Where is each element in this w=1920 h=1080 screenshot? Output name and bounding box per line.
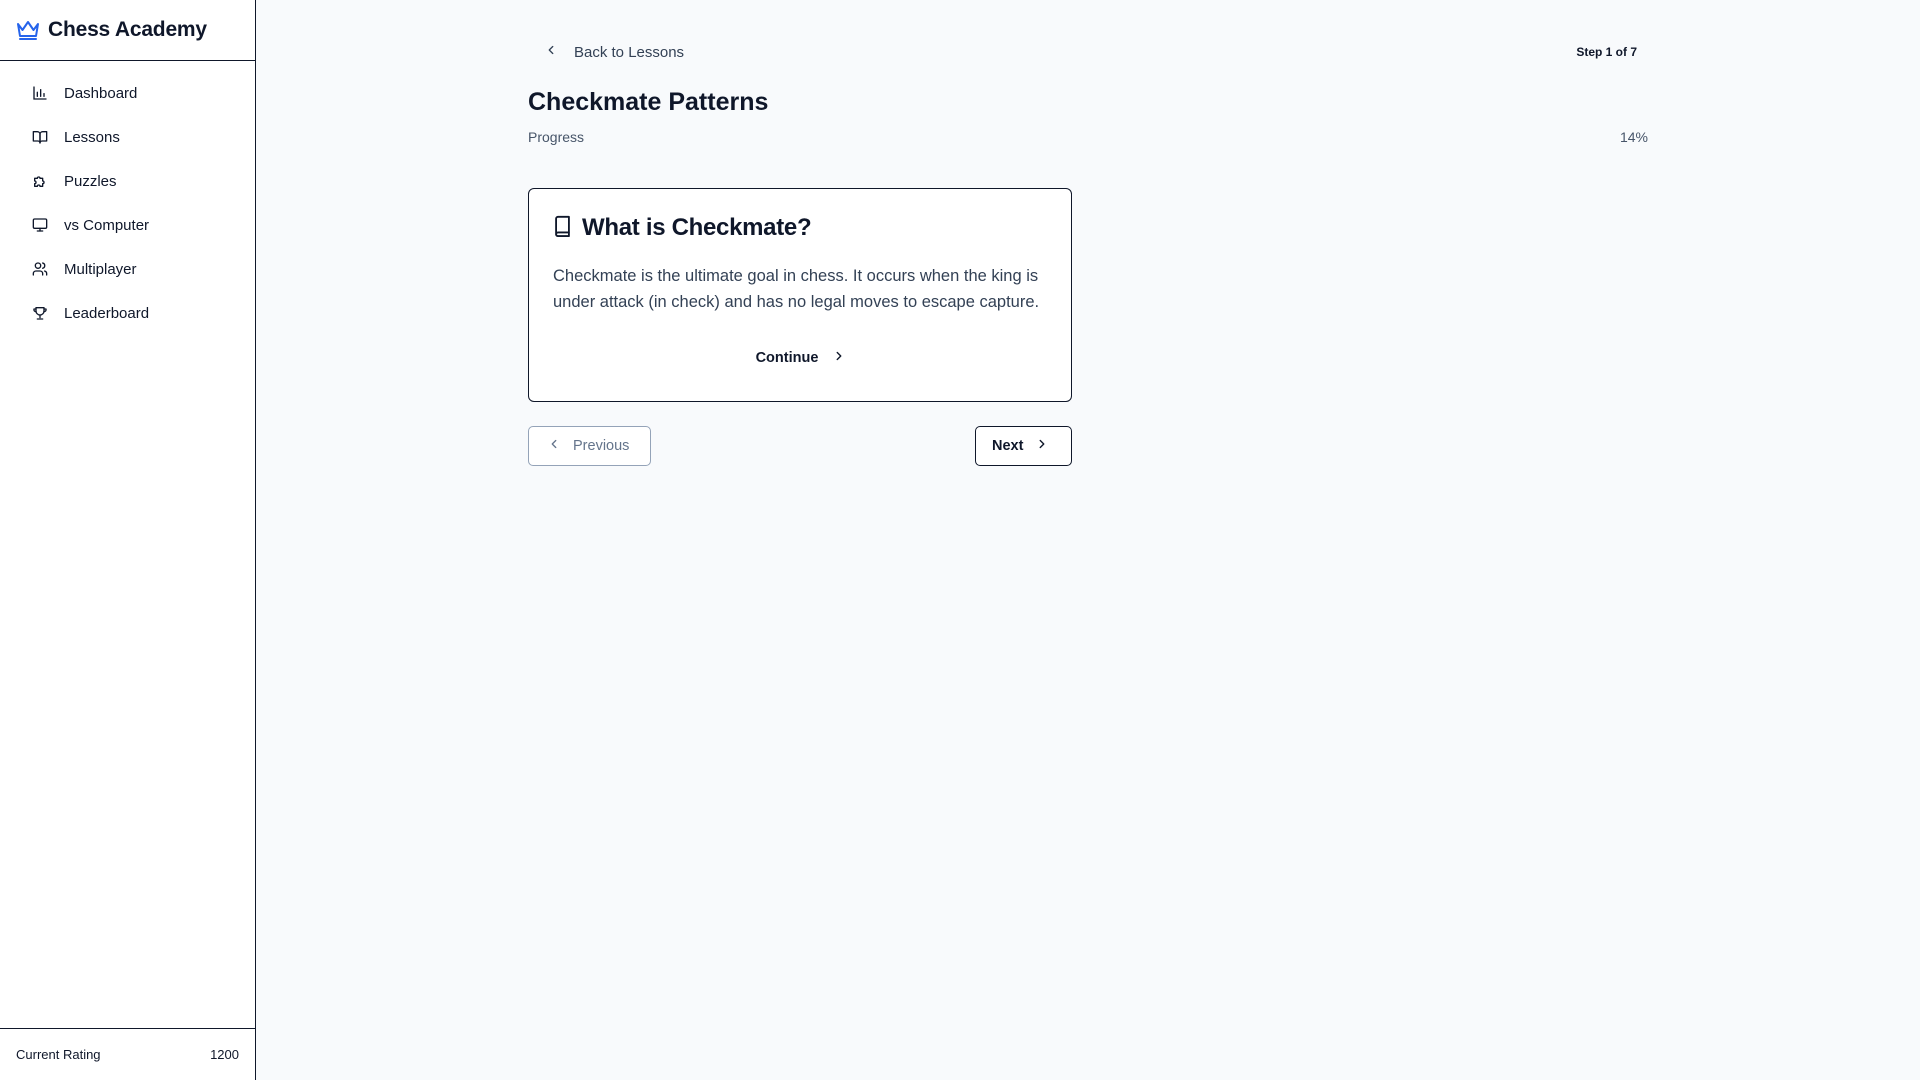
puzzle-icon xyxy=(32,173,48,189)
lesson-topbar: Back to Lessons Step 1 of 7 xyxy=(528,38,1648,66)
trophy-icon xyxy=(32,305,48,321)
users-icon xyxy=(32,261,48,277)
sidebar-item-label: Dashboard xyxy=(64,84,138,102)
rating-label: Current Rating xyxy=(16,1047,101,1062)
previous-label: Previous xyxy=(573,438,630,454)
lesson-card: What is Checkmate? Checkmate is the ulti… xyxy=(528,188,1072,402)
previous-button[interactable]: Previous xyxy=(528,426,651,466)
rating-value: 1200 xyxy=(210,1047,239,1062)
step-indicator: Step 1 of 7 xyxy=(1576,45,1637,59)
card-body: Checkmate is the ultimate goal in chess.… xyxy=(553,267,1040,311)
sidebar-item-label: Lessons xyxy=(64,128,120,146)
sidebar-item-dashboard[interactable]: Dashboard xyxy=(0,71,255,115)
back-to-lessons-link[interactable]: Back to Lessons xyxy=(528,43,684,61)
crown-icon xyxy=(16,18,40,42)
sidebar-nav: Dashboard Lessons Puzzles vs Computer Mu… xyxy=(0,61,255,1028)
sidebar-item-leaderboard[interactable]: Leaderboard xyxy=(0,291,255,335)
card-header: What is Checkmate? xyxy=(553,213,1047,243)
chevron-right-icon xyxy=(832,349,846,367)
sidebar-item-vs-computer[interactable]: vs Computer xyxy=(0,203,255,247)
brand[interactable]: Chess Academy xyxy=(0,0,255,61)
app-title: Chess Academy xyxy=(48,18,207,41)
step-navigation: Previous Next xyxy=(528,426,1072,466)
chevron-right-icon xyxy=(1035,437,1049,455)
sidebar-item-label: vs Computer xyxy=(64,216,150,234)
back-label: Back to Lessons xyxy=(574,43,685,61)
rating-footer: Current Rating 1200 xyxy=(0,1028,255,1080)
progress-percent: 14% xyxy=(1619,129,1648,145)
sidebar-item-label: Leaderboard xyxy=(64,304,150,322)
continue-button[interactable]: Continue xyxy=(529,343,1073,373)
book-icon xyxy=(553,215,572,242)
monitor-icon xyxy=(32,217,48,233)
continue-label: Continue xyxy=(755,350,819,366)
sidebar: Chess Academy Dashboard Lessons Puzzles … xyxy=(0,0,256,1080)
chevron-left-icon xyxy=(547,437,561,455)
progress-row: Progress 14% xyxy=(528,129,1648,145)
main-content: Back to Lessons Step 1 of 7 Checkmate Pa… xyxy=(256,0,1920,1080)
sidebar-item-multiplayer[interactable]: Multiplayer xyxy=(0,247,255,291)
card-title: What is Checkmate? xyxy=(582,214,812,241)
next-button[interactable]: Next xyxy=(975,426,1072,466)
sidebar-item-lessons[interactable]: Lessons xyxy=(0,115,255,159)
book-open-icon xyxy=(32,129,48,145)
next-label: Next xyxy=(992,438,1024,454)
bar-chart-icon xyxy=(32,85,48,101)
sidebar-item-label: Multiplayer xyxy=(64,260,137,278)
page-title: Checkmate Patterns xyxy=(528,88,769,116)
sidebar-item-label: Puzzles xyxy=(64,172,117,190)
sidebar-item-puzzles[interactable]: Puzzles xyxy=(0,159,255,203)
progress-label: Progress xyxy=(528,129,585,145)
chevron-left-icon xyxy=(544,43,558,61)
